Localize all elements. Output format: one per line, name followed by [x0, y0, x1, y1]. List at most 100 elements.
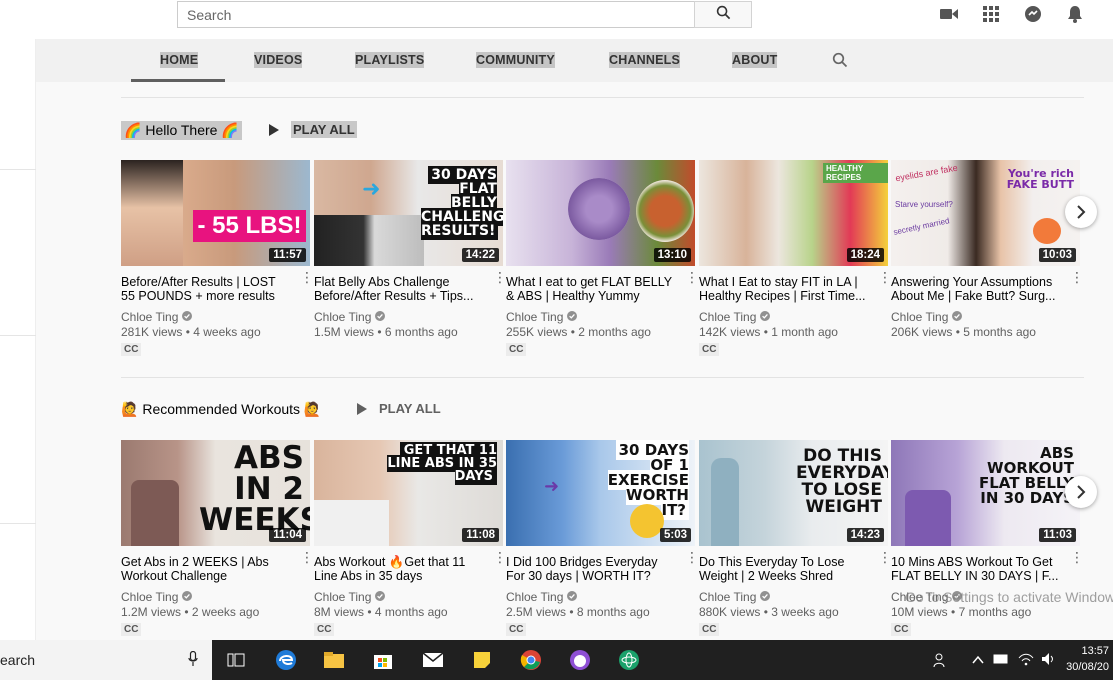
volume-icon[interactable]: [1041, 652, 1057, 671]
atom-app-icon[interactable]: [617, 648, 641, 672]
shelf-next-button[interactable]: [1065, 476, 1097, 508]
taskbar-search-box[interactable]: earch: [0, 640, 212, 680]
shelf-title[interactable]: 🌈 Hello There 🌈: [121, 121, 242, 140]
video-card[interactable]: ABS WORKOUT FLAT BELLY IN 30 DAYS 11:03 …: [891, 440, 1084, 637]
video-title[interactable]: What I eat to get FLAT BELLY & ABS | Hea…: [506, 275, 674, 303]
microphone-icon[interactable]: [188, 650, 198, 670]
video-title[interactable]: 10 Mins ABS Workout To Get FLAT BELLY IN…: [891, 555, 1059, 583]
more-actions-icon[interactable]: ⋮: [1070, 550, 1084, 564]
thumbnail-caption: ABS WORKOUT FLAT BELLY IN 30 DAYS: [978, 444, 1074, 507]
mail-icon[interactable]: [421, 648, 445, 672]
more-actions-icon[interactable]: ⋮: [685, 270, 699, 284]
file-explorer-icon[interactable]: [322, 648, 346, 672]
divider: [121, 97, 1084, 98]
video-meta: 255K views • 2 months ago: [506, 325, 651, 339]
people-icon[interactable]: [933, 652, 949, 673]
apps-grid-icon[interactable]: [981, 4, 1001, 24]
create-video-icon[interactable]: [939, 4, 959, 24]
channel-name[interactable]: Chloe Ting: [121, 310, 310, 324]
channel-name[interactable]: Chloe Ting: [699, 310, 888, 324]
video-thumbnail[interactable]: GET THAT 11 LINE ABS IN 35 DAYS 11:08: [314, 440, 503, 546]
tab-home[interactable]: HOME: [160, 52, 199, 68]
sidebar-divider: [0, 335, 36, 336]
more-actions-icon[interactable]: ⋮: [878, 270, 892, 284]
thumbnail-caption: - 55 LBS!: [193, 210, 306, 242]
tab-videos[interactable]: VIDEOS: [254, 52, 303, 68]
video-card[interactable]: ➜ 30 DAYS FLAT BELLY CHALLENGE RESULTS! …: [314, 160, 507, 339]
channel-name[interactable]: Chloe Ting: [506, 590, 695, 604]
play-all-button[interactable]: PLAY ALL: [357, 401, 441, 416]
video-meta: 1.5M views • 6 months ago: [314, 325, 458, 339]
tab-playlists[interactable]: PLAYLISTS: [355, 52, 425, 68]
taskbar-clock[interactable]: 13:57 30/08/20: [1066, 643, 1109, 675]
masthead: Search: [0, 0, 1113, 39]
channel-name[interactable]: Chloe Ting: [699, 590, 888, 604]
battery-icon[interactable]: [993, 652, 1009, 670]
notifications-bell-icon[interactable]: [1065, 4, 1085, 24]
video-duration: 18:24: [846, 248, 884, 262]
video-title[interactable]: Answering Your Assumptions About Me | Fa…: [891, 275, 1059, 303]
cc-badge: CC: [506, 623, 527, 636]
more-actions-icon[interactable]: ⋮: [878, 550, 892, 564]
tab-channels[interactable]: CHANNELS: [609, 52, 681, 68]
video-thumbnail[interactable]: - 55 LBS! 11:57: [121, 160, 310, 266]
sticky-notes-icon[interactable]: [470, 648, 494, 672]
more-actions-icon[interactable]: ⋮: [493, 550, 507, 564]
video-duration: 5:03: [659, 528, 691, 542]
task-view-icon[interactable]: [224, 648, 248, 672]
video-thumbnail[interactable]: ➜ 30 DAYS FLAT BELLY CHALLENGE RESULTS! …: [314, 160, 503, 266]
more-actions-icon[interactable]: ⋮: [300, 270, 314, 284]
chevron-up-icon[interactable]: [972, 652, 984, 670]
app-cat-icon[interactable]: [568, 648, 592, 672]
play-all-button[interactable]: PLAY ALL: [269, 121, 357, 138]
tab-community[interactable]: COMMUNITY: [476, 52, 555, 68]
shocked-emoji-icon: [630, 504, 664, 538]
more-actions-icon[interactable]: ⋮: [493, 270, 507, 284]
video-card[interactable]: GET THAT 11 LINE ABS IN 35 DAYS 11:08 Ab…: [314, 440, 507, 637]
video-thumbnail[interactable]: ABS WORKOUT FLAT BELLY IN 30 DAYS 11:03: [891, 440, 1080, 546]
shelf-next-button[interactable]: [1065, 196, 1097, 228]
video-card[interactable]: - 55 LBS! 11:57 Before/After Results | L…: [121, 160, 314, 357]
channel-name[interactable]: Chloe Ting: [506, 310, 695, 324]
video-card[interactable]: DO THIS EVERYDAY TO LOSE WEIGHT 14:23 Do…: [699, 440, 892, 637]
video-thumbnail[interactable]: HEALTHY RECIPES 18:24: [699, 160, 888, 266]
video-card[interactable]: eyelids are fake Starve yourself? secret…: [891, 160, 1084, 339]
video-shelf-row: - 55 LBS! 11:57 Before/After Results | L…: [121, 160, 1084, 360]
chrome-browser-icon[interactable]: [519, 648, 543, 672]
video-title[interactable]: Before/After Results | LOST 55 POUNDS + …: [121, 275, 289, 303]
channel-name[interactable]: Chloe Ting: [891, 310, 1080, 324]
video-title[interactable]: Get Abs in 2 WEEKS | Abs Workout Challen…: [121, 555, 289, 583]
video-card[interactable]: HEALTHY RECIPES 18:24 What I Eat to stay…: [699, 160, 892, 357]
video-thumbnail[interactable]: ➜ 30 DAYS OF 1 EXERCISE WORTH IT? 5:03: [506, 440, 695, 546]
more-actions-icon[interactable]: ⋮: [1070, 270, 1084, 284]
channel-search-icon[interactable]: [832, 52, 848, 73]
video-card[interactable]: ABS IN 2 WEEKS! 11:04 Get Abs in 2 WEEKS…: [121, 440, 314, 637]
search-button[interactable]: [694, 1, 752, 28]
channel-name[interactable]: Chloe Ting: [314, 590, 503, 604]
tab-about[interactable]: ABOUT: [732, 52, 778, 68]
video-title[interactable]: Abs Workout 🔥Get that 11 Line Abs in 35 …: [314, 555, 482, 583]
edge-browser-icon[interactable]: [274, 648, 298, 672]
video-title[interactable]: What I Eat to stay FIT in LA | Healthy R…: [699, 275, 867, 303]
messages-icon[interactable]: [1023, 4, 1043, 24]
channel-name[interactable]: Chloe Ting: [121, 590, 310, 604]
more-actions-icon[interactable]: ⋮: [300, 550, 314, 564]
thumbnail-caption: GET THAT 11 LINE ABS IN 35 DAYS: [387, 442, 497, 485]
play-all-label: PLAY ALL: [379, 401, 441, 416]
video-thumbnail[interactable]: ABS IN 2 WEEKS! 11:04: [121, 440, 310, 546]
shelf-title[interactable]: 🙋 Recommended Workouts 🙋: [121, 401, 321, 418]
video-thumbnail[interactable]: DO THIS EVERYDAY TO LOSE WEIGHT 14:23: [699, 440, 888, 546]
video-thumbnail[interactable]: eyelids are fake Starve yourself? secret…: [891, 160, 1080, 266]
video-title[interactable]: Flat Belly Abs Challenge Before/After Re…: [314, 275, 482, 303]
video-card[interactable]: ➜ 30 DAYS OF 1 EXERCISE WORTH IT? 5:03 I…: [506, 440, 699, 637]
store-icon[interactable]: [371, 648, 395, 672]
video-card[interactable]: 13:10 What I eat to get FLAT BELLY & ABS…: [506, 160, 699, 357]
search-input[interactable]: Search: [177, 1, 694, 28]
more-actions-icon[interactable]: ⋮: [685, 550, 699, 564]
wifi-icon[interactable]: [1018, 652, 1034, 671]
channel-name[interactable]: Chloe Ting: [314, 310, 503, 324]
video-title[interactable]: Do This Everyday To Lose Weight | 2 Week…: [699, 555, 867, 583]
video-meta: 142K views • 1 month ago: [699, 325, 838, 339]
video-title[interactable]: I Did 100 Bridges Everyday For 30 days |…: [506, 555, 674, 583]
video-thumbnail[interactable]: 13:10: [506, 160, 695, 266]
